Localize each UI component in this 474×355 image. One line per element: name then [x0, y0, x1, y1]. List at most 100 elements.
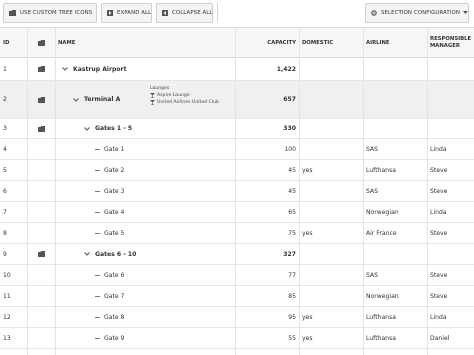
- cell-manager-text: Steve: [430, 187, 448, 195]
- cell-capacity-text: 657: [283, 96, 296, 103]
- cell-manager: Linda: [427, 202, 474, 222]
- header-id[interactable]: ID: [0, 28, 27, 58]
- cell-icon: [27, 328, 55, 348]
- cell-capacity-text: 327: [283, 250, 296, 258]
- use-custom-tree-icons-label: USE CUSTOM TREE ICONS: [20, 10, 93, 16]
- tree-leaf-connector: [95, 211, 100, 213]
- cell-domestic: yes: [299, 328, 363, 348]
- cell-manager: Steve: [427, 349, 474, 355]
- cell-manager: Steve: [427, 223, 474, 243]
- cell-domestic: [299, 181, 363, 201]
- header-domestic[interactable]: DOMESTIC: [299, 28, 363, 58]
- collapse-all-label: COLLAPSE ALL: [172, 10, 213, 16]
- cell-capacity: 55: [235, 328, 299, 348]
- table-row[interactable]: 10 Gate 6 77 SAS Steve: [0, 265, 474, 286]
- table-row[interactable]: 6 Gate 3 45 SAS Steve: [0, 181, 474, 202]
- table-row[interactable]: 4 Gate 1 100 SAS Linda: [0, 139, 474, 160]
- chevron-down-icon[interactable]: [84, 126, 90, 131]
- table-row[interactable]: 7 Gate 4 65 Norwegian Linda: [0, 202, 474, 223]
- cell-airline: SAS: [363, 181, 427, 201]
- cell-domestic: yes: [299, 160, 363, 180]
- cell-icon: [27, 349, 55, 355]
- cell-manager-text: Steve: [430, 292, 448, 300]
- cell-id-text: 6: [3, 187, 7, 195]
- cell-capacity: 15: [235, 349, 299, 355]
- lounge-item-label: United Airlines United Club: [157, 100, 219, 105]
- cell-airline: Lufthansa: [363, 328, 427, 348]
- folder-icon: [37, 96, 45, 103]
- expand-all-label: EXPAND ALL: [117, 10, 152, 16]
- cell-name: Gates 1 - 5: [55, 119, 235, 138]
- use-custom-tree-icons-button[interactable]: USE CUSTOM TREE ICONS: [3, 3, 97, 23]
- cell-icon: [27, 58, 55, 80]
- cell-domestic: yes: [299, 223, 363, 243]
- column-divider: [427, 28, 428, 355]
- cell-manager-text: Linda: [430, 145, 447, 153]
- cell-capacity: 100: [235, 139, 299, 159]
- collapse-icon: [162, 10, 168, 16]
- cell-airline-text: Air France: [366, 229, 397, 237]
- column-divider: [363, 28, 364, 355]
- cell-domestic: [299, 58, 363, 80]
- column-divider: [27, 28, 28, 355]
- cell-airline: Lufthansa: [363, 160, 427, 180]
- cell-manager: [427, 119, 474, 138]
- chevron-down-icon[interactable]: [62, 67, 68, 71]
- table-row[interactable]: 1 Kastrup Airport 1,422: [0, 58, 474, 81]
- cell-manager: Linda: [427, 307, 474, 327]
- cell-capacity: 85: [235, 286, 299, 306]
- tree-leaf-connector: [95, 274, 100, 276]
- cell-icon: [27, 81, 55, 118]
- table-row[interactable]: 3 Gates 1 - 5 330: [0, 119, 474, 139]
- header-capacity[interactable]: CAPACITY: [235, 28, 299, 58]
- cell-icon: [27, 181, 55, 201]
- cell-manager-text: Steve: [430, 166, 448, 174]
- cell-icon: [27, 202, 55, 222]
- cell-id: 6: [0, 181, 27, 201]
- selection-configuration-label: SELECTION CONFIGURATION: [381, 10, 460, 16]
- cell-capacity-text: 1,422: [276, 65, 296, 73]
- collapse-all-button[interactable]: COLLAPSE ALL: [156, 3, 213, 23]
- cell-manager: Steve: [427, 160, 474, 180]
- header-icon[interactable]: [27, 28, 55, 58]
- cell-domestic: yes: [299, 307, 363, 327]
- cell-id: 2: [0, 81, 27, 118]
- table-row[interactable]: 2 Terminal A Lounges Aspire Lounge United Ai…: [0, 81, 474, 119]
- header-responsible-manager[interactable]: RESPONSIBLE MANAGER: [427, 28, 474, 58]
- row-name-text: Gate 6: [104, 271, 125, 279]
- chevron-down-icon[interactable]: [73, 97, 79, 102]
- expand-all-button[interactable]: EXPAND ALL: [101, 3, 152, 23]
- cell-id: 8: [0, 223, 27, 243]
- cell-name: Gate 10: [55, 349, 235, 355]
- cell-id: 10: [0, 265, 27, 285]
- selection-configuration-button[interactable]: SELECTION CONFIGURATION: [365, 3, 469, 23]
- row-name-text: Gate 7: [104, 292, 125, 300]
- cell-name: Kastrup Airport: [55, 58, 235, 80]
- table-row[interactable]: 9 Gates 6 - 10 327: [0, 244, 474, 265]
- tree-leaf-connector: [95, 337, 100, 339]
- cell-name: Gate 3: [55, 181, 235, 201]
- header-airline[interactable]: AIRLINE: [363, 28, 427, 58]
- chevron-down-icon[interactable]: [84, 252, 90, 256]
- lounge-item: United Airlines United Club: [150, 99, 219, 106]
- cell-airline: Air France: [363, 223, 427, 243]
- cell-airline-text: Norwegian: [366, 292, 399, 300]
- cell-domestic: [299, 119, 363, 138]
- table-row[interactable]: 11 Gate 7 85 Norwegian Steve: [0, 286, 474, 307]
- table-row[interactable]: 13 Gate 9 55 yes Lufthansa Daniel: [0, 328, 474, 349]
- cell-id: 13: [0, 328, 27, 348]
- header-name[interactable]: NAME: [55, 28, 235, 58]
- table-row[interactable]: 12 Gate 8 95 yes Lufthansa Linda: [0, 307, 474, 328]
- cell-icon: [27, 119, 55, 138]
- cell-capacity-text: 95: [288, 313, 296, 321]
- cell-id: 9: [0, 244, 27, 264]
- table-row[interactable]: 8 Gate 5 75 yes Air France Steve: [0, 223, 474, 244]
- table-row[interactable]: 5 Gate 2 45 yes Lufthansa Steve: [0, 160, 474, 181]
- lounge-item-label: Aspire Lounge: [157, 93, 190, 98]
- row-name-text: Gate 4: [104, 208, 125, 216]
- cell-id: 1: [0, 58, 27, 80]
- cell-id-text: 10: [3, 271, 11, 279]
- table-row[interactable]: 14 Gate 1015 Air FranceSteve: [0, 349, 474, 355]
- folder-icon: [37, 40, 45, 46]
- row-name-text: Gate 1: [104, 145, 125, 153]
